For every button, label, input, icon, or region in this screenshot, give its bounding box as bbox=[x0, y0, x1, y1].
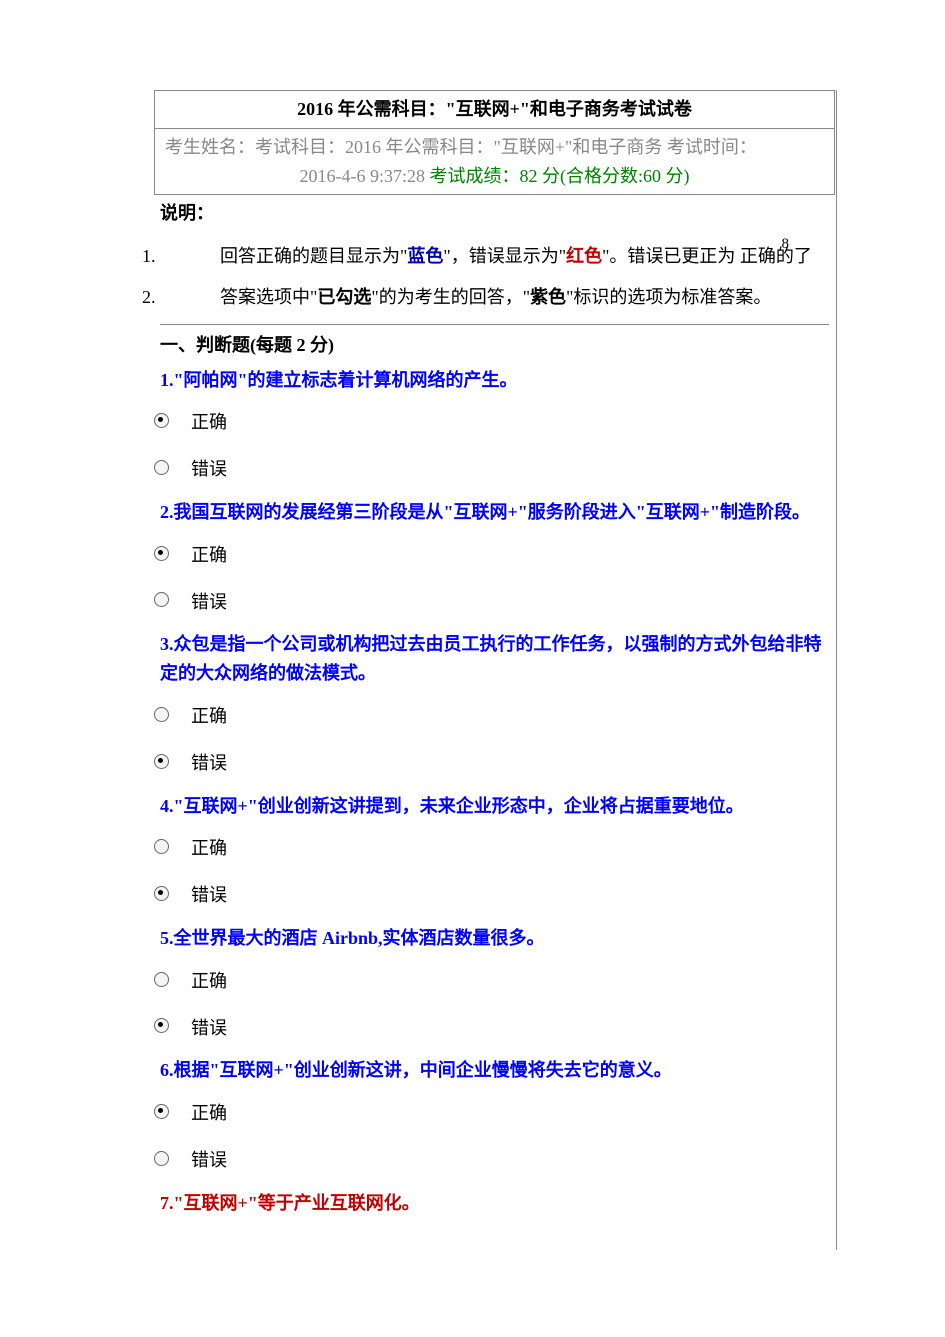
option-false[interactable]: 错误 bbox=[160, 745, 829, 778]
exam-score: 考试成绩：82 分(合格分数:60 分) bbox=[430, 166, 690, 186]
question-text: 4."互联网+"创业创新这讲提到，未来企业形态中，企业将占据重要地位。 bbox=[160, 792, 829, 821]
radio-icon[interactable] bbox=[154, 1151, 169, 1166]
question-4: 4."互联网+"创业创新这讲提到，未来企业形态中，企业将占据重要地位。正确错误 bbox=[160, 792, 829, 910]
section-heading: 一、判断题(每题 2 分) bbox=[160, 331, 829, 360]
question-1: 1."阿帕网"的建立标志着计算机网络的产生。正确错误 bbox=[160, 366, 829, 484]
option-label: 正确 bbox=[191, 537, 227, 570]
right-border bbox=[836, 90, 837, 1250]
radio-icon[interactable] bbox=[154, 707, 169, 722]
exam-info-line2: 2016-4-6 9:37:28 考试成绩：82 分(合格分数:60 分) bbox=[165, 162, 824, 191]
question-2: 2.我国互联网的发展经第三阶段是从"互联网+"服务阶段进入"互联网+"制造阶段。… bbox=[160, 498, 829, 616]
question-6: 6.根据"互联网+"创业创新这讲，中间企业慢慢将失去它的意义。正确错误 bbox=[160, 1056, 829, 1174]
option-label: 正确 bbox=[191, 963, 227, 996]
exam-info: 考生姓名：考试科目：2016 年公需科目："互联网+"和电子商务 考试时间： 2… bbox=[154, 128, 835, 195]
question-text: 7."互联网+"等于产业互联网化。 bbox=[160, 1189, 829, 1218]
description-heading: 说明： bbox=[160, 199, 829, 228]
option-false[interactable]: 错误 bbox=[160, 877, 829, 910]
question-text: 1."阿帕网"的建立标志着计算机网络的产生。 bbox=[160, 366, 829, 395]
radio-icon[interactable] bbox=[154, 839, 169, 854]
option-label: 正确 bbox=[191, 830, 227, 863]
legend-purple: 紫色 bbox=[530, 287, 566, 307]
option-false[interactable]: 错误 bbox=[160, 1142, 829, 1175]
question-text: 5.全世界最大的酒店 Airbnb,实体酒店数量很多。 bbox=[160, 924, 829, 953]
option-true[interactable]: 正确 bbox=[160, 830, 829, 863]
description-list: 回答正确的题目显示为"蓝色"，错误显示为"红色"。错误已更正为 正确的了 答案选… bbox=[128, 242, 829, 312]
radio-icon[interactable] bbox=[154, 460, 169, 475]
exam-title: 2016 年公需科目："互联网+"和电子商务考试试卷 bbox=[154, 90, 835, 128]
option-true[interactable]: 正确 bbox=[160, 1095, 829, 1128]
question-text: 6.根据"互联网+"创业创新这讲，中间企业慢慢将失去它的意义。 bbox=[160, 1056, 829, 1085]
radio-icon[interactable] bbox=[154, 754, 169, 769]
option-label: 正确 bbox=[191, 698, 227, 731]
option-false[interactable]: 错误 bbox=[160, 451, 829, 484]
option-label: 错误 bbox=[191, 877, 227, 910]
legend-blue: 蓝色 bbox=[407, 246, 443, 266]
option-label: 正确 bbox=[191, 1095, 227, 1128]
radio-icon[interactable] bbox=[154, 546, 169, 561]
question-5: 5.全世界最大的酒店 Airbnb,实体酒店数量很多。正确错误 bbox=[160, 924, 829, 1042]
exam-info-line1: 考生姓名：考试科目：2016 年公需科目："互联网+"和电子商务 考试时间： bbox=[165, 133, 824, 162]
option-true[interactable]: 正确 bbox=[160, 404, 829, 437]
radio-icon[interactable] bbox=[154, 886, 169, 901]
radio-icon[interactable] bbox=[154, 1018, 169, 1033]
option-false[interactable]: 错误 bbox=[160, 584, 829, 617]
legend-red: 红色 bbox=[566, 246, 602, 266]
question-text: 3.众包是指一个公司或机构把过去由员工执行的工作任务，以强制的方式外包给非特定的… bbox=[160, 630, 829, 688]
option-true[interactable]: 正确 bbox=[160, 963, 829, 996]
question-3: 3.众包是指一个公司或机构把过去由员工执行的工作任务，以强制的方式外包给非特定的… bbox=[160, 630, 829, 777]
option-true[interactable]: 正确 bbox=[160, 537, 829, 570]
radio-icon[interactable] bbox=[154, 972, 169, 987]
option-label: 错误 bbox=[191, 1010, 227, 1043]
description-item-2: 答案选项中"已勾选"的为考生的回答，"紫色"标识的选项为标准答案。 bbox=[160, 283, 829, 312]
option-true[interactable]: 正确 bbox=[160, 698, 829, 731]
option-label: 错误 bbox=[191, 584, 227, 617]
legend-selected: 已勾选 bbox=[317, 287, 371, 307]
option-label: 正确 bbox=[191, 404, 227, 437]
description-item-1: 回答正确的题目显示为"蓝色"，错误显示为"红色"。错误已更正为 正确的了 bbox=[160, 242, 829, 271]
radio-icon[interactable] bbox=[154, 413, 169, 428]
option-false[interactable]: 错误 bbox=[160, 1010, 829, 1043]
question-text: 2.我国互联网的发展经第三阶段是从"互联网+"服务阶段进入"互联网+"制造阶段。 bbox=[160, 498, 829, 527]
radio-icon[interactable] bbox=[154, 592, 169, 607]
option-label: 错误 bbox=[191, 451, 227, 484]
radio-icon[interactable] bbox=[154, 1104, 169, 1119]
option-label: 错误 bbox=[191, 1142, 227, 1175]
question-7: 7."互联网+"等于产业互联网化。 bbox=[160, 1189, 829, 1218]
option-label: 错误 bbox=[191, 745, 227, 778]
